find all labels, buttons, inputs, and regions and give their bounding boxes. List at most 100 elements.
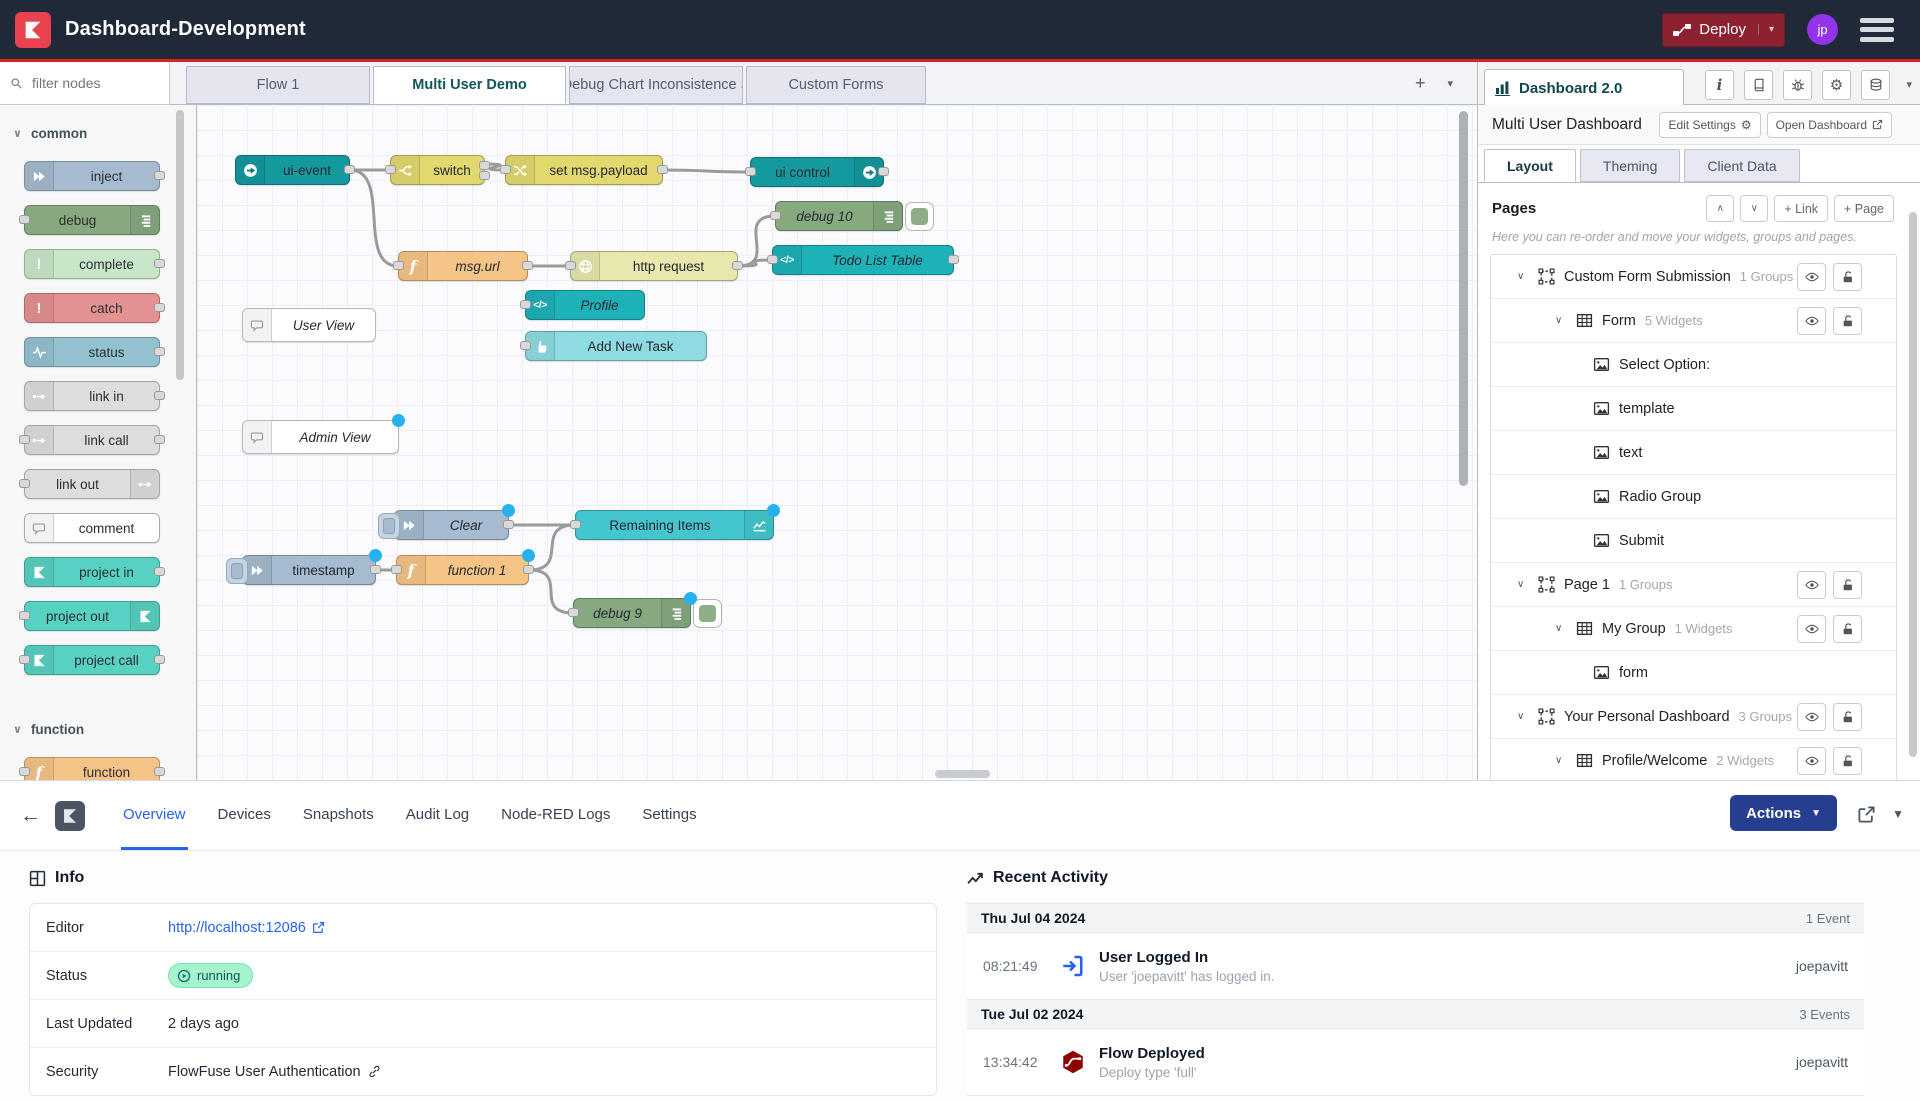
lock-button[interactable] xyxy=(1833,571,1862,599)
canvas-vscrollbar[interactable] xyxy=(1459,111,1468,486)
expand-all-button[interactable]: ∨ xyxy=(1740,195,1768,222)
visibility-button[interactable] xyxy=(1797,747,1826,775)
input-port[interactable] xyxy=(19,215,30,224)
tree-row-your-personal-dashboard[interactable]: ∨Your Personal Dashboard3 Groups xyxy=(1491,694,1896,738)
tree-row-text[interactable]: text xyxy=(1491,430,1896,474)
flow-node-remaining-items[interactable]: Remaining Items xyxy=(575,510,774,540)
visibility-button[interactable] xyxy=(1797,263,1826,291)
flow-node-add-new-task[interactable]: Add New Task xyxy=(525,331,707,361)
gear-button[interactable]: ⚙ xyxy=(1822,70,1851,100)
palette-section-common[interactable]: ∨common xyxy=(0,119,196,147)
inject-trigger-button[interactable] xyxy=(226,558,248,584)
open-dashboard-button[interactable]: Open Dashboard xyxy=(1767,112,1892,138)
flow-node-admin-view[interactable]: Admin View xyxy=(242,420,399,454)
flow-node-timestamp[interactable]: timestamp xyxy=(242,555,376,585)
editor-link[interactable]: http://localhost:12086 xyxy=(168,920,325,936)
input-port[interactable] xyxy=(385,165,396,174)
flow-node-todo-list-table[interactable]: </>Todo List Table xyxy=(772,245,954,275)
lock-button[interactable] xyxy=(1833,703,1862,731)
debug-toggle-button[interactable] xyxy=(905,202,934,231)
output-port-1[interactable] xyxy=(479,161,490,170)
lock-button[interactable] xyxy=(1833,747,1862,775)
flow-node-ui-control[interactable]: ui control xyxy=(750,157,884,187)
avatar[interactable]: jp xyxy=(1807,14,1838,45)
output-port[interactable] xyxy=(370,565,381,574)
debug-toggle-button[interactable] xyxy=(693,599,722,628)
output-port[interactable] xyxy=(948,255,959,264)
tab-snapshots[interactable]: Snapshots xyxy=(301,781,376,850)
tree-row-my-group[interactable]: ∨My Group1 Widgets xyxy=(1491,606,1896,650)
input-port[interactable] xyxy=(19,479,30,488)
tree-row-form[interactable]: form xyxy=(1491,650,1896,694)
input-port[interactable] xyxy=(19,655,30,664)
actions-button[interactable]: Actions▼ xyxy=(1730,795,1837,831)
tree-row-profile-welcome[interactable]: ∨Profile/Welcome2 Widgets xyxy=(1491,738,1896,780)
flow-tab-custom-forms[interactable]: Custom Forms xyxy=(746,66,926,104)
output-port-2[interactable] xyxy=(479,171,490,180)
tab-layout[interactable]: Layout xyxy=(1484,149,1576,182)
flow-node-function-1[interactable]: ffunction 1 xyxy=(396,555,529,585)
add-flow-button[interactable]: + xyxy=(1415,73,1426,94)
flowfuse-logo-icon[interactable] xyxy=(15,12,51,48)
input-port[interactable] xyxy=(745,167,756,176)
search-input[interactable] xyxy=(30,74,154,92)
input-port[interactable] xyxy=(19,611,30,620)
menu-icon[interactable] xyxy=(1860,18,1894,42)
flow-node-clear[interactable]: Clear xyxy=(394,510,509,540)
bug-button[interactable] xyxy=(1783,70,1812,100)
flow-node-http-request[interactable]: http request xyxy=(570,251,738,281)
input-port[interactable] xyxy=(565,261,576,270)
open-editor-icon[interactable] xyxy=(1857,805,1876,824)
wire[interactable] xyxy=(529,570,573,613)
palette-node-debug[interactable]: debug xyxy=(24,205,160,235)
activity-event-row[interactable]: 08:21:49User Logged InUser 'joepavitt' h… xyxy=(967,933,1864,1000)
tab-dashboard-2.0[interactable]: Dashboard 2.0 xyxy=(1484,69,1684,106)
palette-scrollbar[interactable] xyxy=(176,110,184,380)
wire[interactable] xyxy=(350,170,398,266)
palette-node-complete[interactable]: !complete xyxy=(24,249,160,279)
output-port[interactable] xyxy=(154,303,165,312)
input-port[interactable] xyxy=(570,520,581,529)
input-port[interactable] xyxy=(391,565,402,574)
visibility-button[interactable] xyxy=(1797,615,1826,643)
output-port[interactable] xyxy=(732,261,743,270)
output-port[interactable] xyxy=(523,565,534,574)
input-port[interactable] xyxy=(520,341,531,350)
flow-node-user-view[interactable]: User View xyxy=(242,308,376,342)
flow-list-caret-icon[interactable]: ▾ xyxy=(1447,77,1453,90)
output-port[interactable] xyxy=(154,767,165,776)
palette-node-project-in[interactable]: project in xyxy=(24,557,160,587)
chevron-down-icon[interactable]: ∨ xyxy=(1517,711,1529,722)
chevron-down-icon[interactable]: ∨ xyxy=(1555,755,1567,766)
lock-button[interactable] xyxy=(1833,615,1862,643)
palette-section-function[interactable]: ∨function xyxy=(0,715,196,743)
tab-overview[interactable]: Overview xyxy=(121,781,188,850)
output-port[interactable] xyxy=(154,655,165,664)
flow-node-debug-10[interactable]: debug 10 xyxy=(775,201,903,231)
flow-node-debug-9[interactable]: debug 9 xyxy=(573,598,691,628)
add-link-button[interactable]: + Link xyxy=(1774,195,1828,222)
tab-theming[interactable]: Theming xyxy=(1580,149,1680,182)
deploy-button[interactable]: Deploy ▾ xyxy=(1662,13,1785,47)
output-port[interactable] xyxy=(154,391,165,400)
chevron-down-icon[interactable]: ∨ xyxy=(1555,315,1567,326)
tab-client-data[interactable]: Client Data xyxy=(1684,149,1799,182)
chevron-down-icon[interactable]: ∨ xyxy=(1517,271,1529,282)
flow-node-switch[interactable]: switch xyxy=(390,155,485,185)
input-port[interactable] xyxy=(770,211,781,220)
output-port[interactable] xyxy=(503,520,514,529)
tab-settings[interactable]: Settings xyxy=(640,781,698,850)
deploy-caret-icon[interactable]: ▾ xyxy=(1758,24,1774,35)
wire[interactable] xyxy=(663,170,750,172)
visibility-button[interactable] xyxy=(1797,307,1826,335)
add-page-button[interactable]: + Page xyxy=(1834,195,1894,222)
inject-trigger-button[interactable] xyxy=(378,513,400,539)
input-port[interactable] xyxy=(19,435,30,444)
palette-node-link-in[interactable]: link in xyxy=(24,381,160,411)
palette-node-project-out[interactable]: project out xyxy=(24,601,160,631)
tab-node-red-logs[interactable]: Node-RED Logs xyxy=(499,781,612,850)
palette-node-link-out[interactable]: link out xyxy=(24,469,160,499)
layers-button[interactable] xyxy=(1861,70,1890,100)
palette-node-project-call[interactable]: project call xyxy=(24,645,160,675)
flow-tab-flow-1[interactable]: Flow 1 xyxy=(186,66,370,104)
